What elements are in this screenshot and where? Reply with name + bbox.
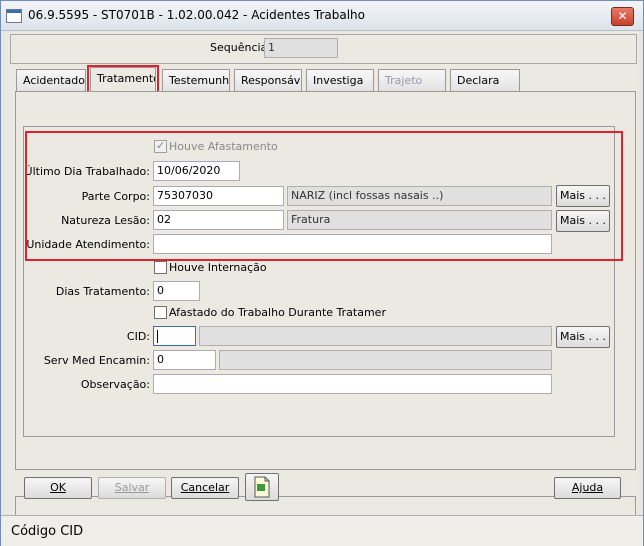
- tab-testemunha[interactable]: Testemunha: [162, 69, 230, 91]
- tab-acidentado[interactable]: Acidentado: [16, 69, 86, 91]
- tab-declara[interactable]: Declara: [450, 69, 520, 91]
- tab-responsavel[interactable]: Responsáv: [234, 69, 302, 91]
- status-text: Código CID: [11, 524, 84, 539]
- sequencia-label: Sequência:: [210, 41, 271, 54]
- ok-button[interactable]: OK: [24, 477, 92, 499]
- cancelar-button[interactable]: Cancelar: [171, 477, 239, 499]
- dias-tratamento-field[interactable]: 0: [153, 281, 200, 301]
- ajuda-button[interactable]: Ajuda: [554, 477, 621, 499]
- cid-field[interactable]: [153, 326, 196, 346]
- dias-tratamento-label: Dias Tratamento:: [55, 285, 150, 298]
- document-icon: [254, 476, 270, 498]
- dialog-body: Sequência: 1 Acidentado Tratamento Teste…: [5, 32, 639, 537]
- cid-label: CID:: [126, 330, 150, 343]
- text-cursor-icon: [157, 330, 158, 343]
- cid-desc-field: [199, 326, 552, 346]
- header-panel: Sequência: 1: [10, 34, 637, 64]
- afastado-tratamento-checkbox[interactable]: [154, 306, 167, 319]
- salvar-button[interactable]: Salvar: [98, 477, 166, 499]
- close-button[interactable]: ✕: [611, 7, 634, 26]
- document-button[interactable]: [245, 473, 279, 501]
- status-bar: Código CID: [1, 515, 643, 546]
- title-bar: 06.9.5595 - ST0701B - 1.02.00.042 - Acid…: [1, 1, 643, 31]
- afastado-tratamento-label: Afastado do Trabalho Durante Tratamer: [169, 306, 386, 319]
- sequencia-field: 1: [264, 38, 338, 58]
- serv-med-desc-field: [219, 350, 552, 370]
- observacao-label: Observação:: [80, 378, 150, 391]
- serv-med-code-field[interactable]: 0: [153, 350, 216, 370]
- tab-investiga[interactable]: Investiga: [306, 69, 374, 91]
- tab-trajeto[interactable]: Trajeto: [378, 69, 446, 91]
- serv-med-label: Serv Med Encamin:: [43, 354, 150, 367]
- window-title: 06.9.5595 - ST0701B - 1.02.00.042 - Acid…: [28, 8, 365, 22]
- houve-internacao-label: Houve Internação: [169, 261, 267, 274]
- observacao-field[interactable]: [153, 374, 552, 394]
- houve-internacao-checkbox[interactable]: [154, 261, 167, 274]
- cid-mais-button[interactable]: Mais . . .: [556, 326, 610, 348]
- application-window: 06.9.5595 - ST0701B - 1.02.00.042 - Acid…: [0, 0, 644, 546]
- app-window-icon: [6, 9, 22, 23]
- form-highlight-frame: [25, 131, 623, 261]
